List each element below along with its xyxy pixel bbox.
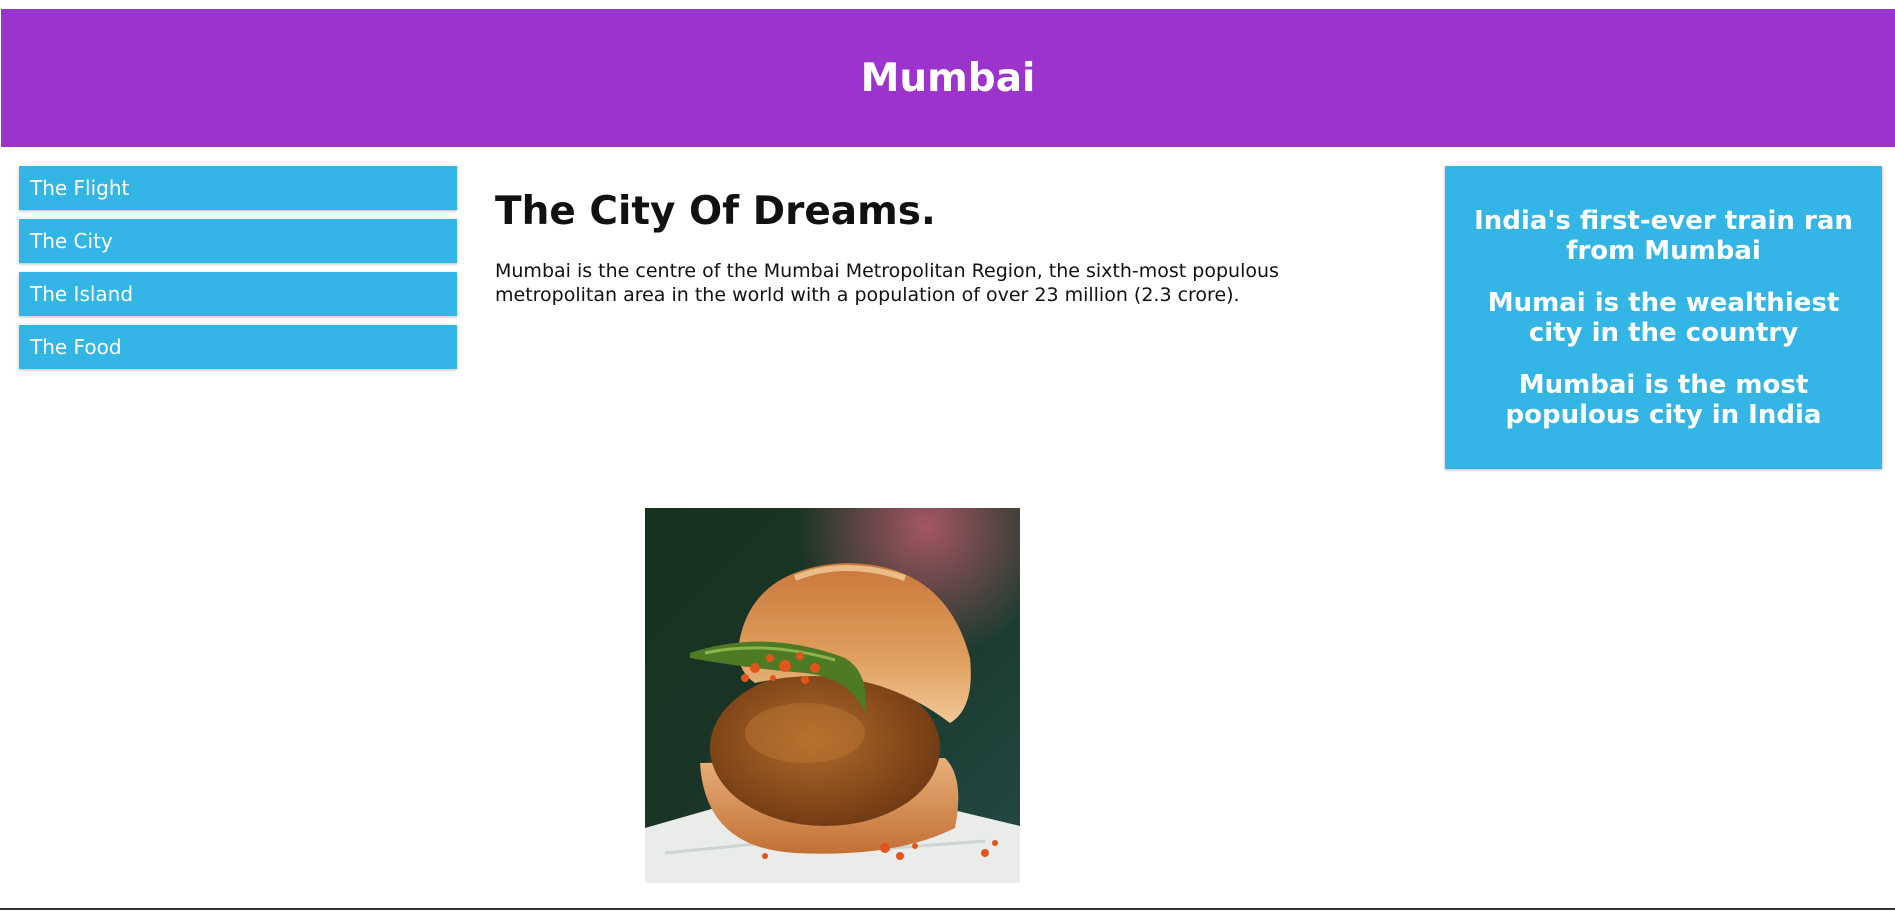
menu-item-the-island[interactable]: The Island xyxy=(19,272,457,316)
menu-item-the-food[interactable]: The Food xyxy=(19,325,457,369)
facts-panel: India's first-ever train ran from Mumbai… xyxy=(1445,166,1882,469)
main-content: The City Of Dreams. Mumbai is the centre… xyxy=(495,189,1355,307)
fact-first-train: India's first-ever train ran from Mumbai xyxy=(1474,206,1853,266)
side-menu: The Flight The City The Island The Food xyxy=(19,166,457,378)
page: Mumbai The Flight The City The Island Th… xyxy=(0,0,1895,911)
main-paragraph: Mumbai is the centre of the Mumbai Metro… xyxy=(495,260,1279,306)
menu-item-the-city[interactable]: The City xyxy=(19,219,457,263)
site-header: Mumbai xyxy=(1,9,1895,147)
fact-wealthiest-city: Mumai is the wealthiest city in the coun… xyxy=(1487,288,1840,348)
menu-item-the-flight[interactable]: The Flight xyxy=(19,166,457,210)
bottom-divider xyxy=(0,908,1895,910)
vada-pav-image xyxy=(645,508,1020,883)
site-title: Mumbai xyxy=(860,55,1036,101)
fact-most-populous: Mumbai is the most populous city in Indi… xyxy=(1505,370,1822,430)
main-heading: The City Of Dreams. xyxy=(495,189,936,234)
